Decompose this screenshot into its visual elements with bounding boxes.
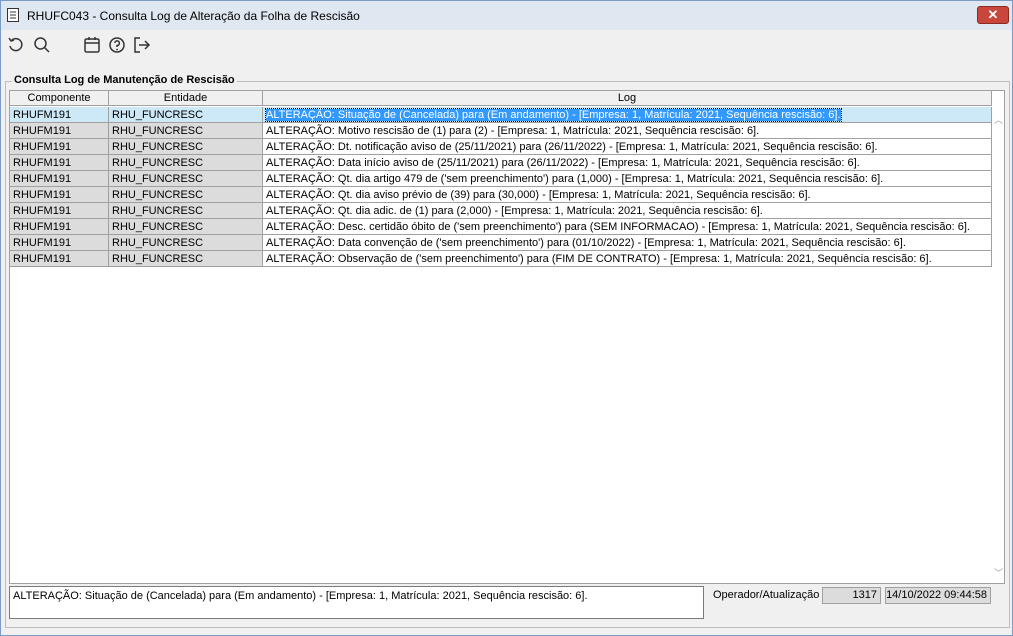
operator-label: Operador/Atualização [713, 589, 820, 601]
cell-entidade[interactable]: RHU_FUNCRESC [109, 155, 263, 171]
cell-text: RHUFM191 [13, 221, 72, 233]
table-row[interactable]: RHUFM191 RHU_FUNCRESC ALTERAÇÃO: Qt. dia a… [10, 187, 992, 203]
cell-text: RHUFM191 [13, 157, 72, 169]
cell-text: ALTERAÇÃO: Observação de ('sem preenchim… [266, 253, 932, 265]
table-row[interactable]: RHUFM191 RHU_FUNCRESC ALTERAÇÃO: Desc. cer… [10, 219, 992, 235]
cell-text: RHU_FUNCRESC [112, 109, 204, 121]
column-header-log[interactable]: Log [263, 91, 992, 106]
cell-entidade[interactable]: RHU_FUNCRESC [109, 187, 263, 203]
cell-componente[interactable]: RHUFM191 [10, 187, 109, 203]
log-detail-field[interactable]: ALTERAÇÃO: Situação de (Cancelada) para … [9, 586, 704, 619]
toolbar [1, 31, 1012, 61]
updated-at-field: 14/10/2022 09:44:58 [885, 587, 991, 604]
cell-text: ALTERAÇÃO: Motivo rescisão de (1) para (… [266, 125, 760, 137]
cell-log[interactable]: ALTERAÇÃO: Qt. dia adic. de (1) para (2,… [263, 203, 992, 219]
cell-log[interactable]: ALTERAÇÃO: Desc. certidão óbito de ('sem… [263, 219, 992, 235]
table-row[interactable]: RHUFM191 RHU_FUNCRESC ALTERAÇÃO: Qt. dia a… [10, 203, 992, 219]
cell-text: ALTERAÇÃO: Qt. dia aviso prévio de (39) … [266, 189, 811, 201]
cell-text: RHU_FUNCRESC [112, 173, 204, 185]
table-row[interactable]: RHUFM191 RHU_FUNCRESC ALTERAÇÃO: Data conv… [10, 235, 992, 251]
cell-text: ALTERAÇÃO: Qt. dia artigo 479 de ('sem p… [266, 173, 884, 185]
table-row[interactable]: RHUFM191 RHU_FUNCRESC ALTERAÇÃO: Qt. dia a… [10, 171, 992, 187]
close-button[interactable]: ✕ [977, 6, 1009, 24]
cell-entidade[interactable]: RHU_FUNCRESC [109, 251, 263, 267]
cell-text: RHU_FUNCRESC [112, 205, 204, 217]
scroll-down-icon[interactable]: ﹀ [994, 566, 1003, 579]
cell-log[interactable]: ALTERAÇÃO: Observação de ('sem preenchim… [263, 251, 992, 267]
log-table[interactable]: Componente Entidade Log RHUFM191 RHU_FUNC… [9, 90, 1005, 584]
cell-log[interactable]: ALTERAÇÃO: Data início aviso de (25/11/2… [263, 155, 992, 171]
cell-componente[interactable]: RHUFM191 [10, 155, 109, 171]
cell-text: RHU_FUNCRESC [112, 189, 204, 201]
cell-log[interactable]: ALTERAÇÃO: Motivo rescisão de (1) para (… [263, 123, 992, 139]
cell-entidade[interactable]: RHU_FUNCRESC [109, 235, 263, 251]
cell-text: RHU_FUNCRESC [112, 157, 204, 169]
table-row[interactable]: RHUFM191 RHU_FUNCRESC ALTERAÇÃO: Situação … [10, 107, 992, 123]
cell-componente[interactable]: RHUFM191 [10, 219, 109, 235]
cell-text: RHUFM191 [13, 141, 72, 153]
cell-log[interactable]: ALTERAÇÃO: Qt. dia aviso prévio de (39) … [263, 187, 992, 203]
cell-text: ALTERAÇÃO: Desc. certidão óbito de ('sem… [266, 221, 970, 233]
cell-text: ALTERAÇÃO: Data início aviso de (25/11/2… [266, 157, 860, 169]
cell-text: RHUFM191 [13, 237, 72, 249]
table-row[interactable]: RHUFM191 RHU_FUNCRESC ALTERAÇÃO: Motivo re… [10, 123, 992, 139]
cell-text: RHUFM191 [13, 125, 72, 137]
cell-text: ALTERAÇÃO: Data convenção de ('sem preen… [266, 237, 906, 249]
scroll-up-icon[interactable]: ︿ [994, 113, 1003, 126]
cell-entidade[interactable]: RHU_FUNCRESC [109, 107, 263, 123]
exit-icon[interactable] [132, 35, 152, 55]
cell-text: ALTERAÇÃO: Qt. dia adic. de (1) para (2,… [266, 205, 763, 217]
cell-entidade[interactable]: RHU_FUNCRESC [109, 139, 263, 155]
cell-entidade[interactable]: RHU_FUNCRESC [109, 203, 263, 219]
cell-text: RHU_FUNCRESC [112, 253, 204, 265]
cell-text: RHU_FUNCRESC [112, 221, 204, 233]
column-header-componente[interactable]: Componente [10, 91, 109, 106]
cell-text: RHUFM191 [13, 253, 72, 265]
table-row[interactable]: RHUFM191 RHU_FUNCRESC ALTERAÇÃO: Dt. notif… [10, 139, 992, 155]
cell-entidade[interactable]: RHU_FUNCRESC [109, 123, 263, 139]
cell-text: RHU_FUNCRESC [112, 141, 204, 153]
table-row[interactable]: RHUFM191 RHU_FUNCRESC ALTERAÇÃO: Data iníc… [10, 155, 992, 171]
cell-text: RHU_FUNCRESC [112, 125, 204, 137]
main-window: RHUFC043 - Consulta Log de Alteração da … [0, 0, 1013, 636]
cell-entidade[interactable]: RHU_FUNCRESC [109, 219, 263, 235]
cell-componente[interactable]: RHUFM191 [10, 203, 109, 219]
search-icon[interactable] [32, 35, 52, 55]
cell-componente[interactable]: RHUFM191 [10, 235, 109, 251]
vertical-scrollbar[interactable]: ︿ ﹀ [992, 107, 1004, 583]
cell-text: RHU_FUNCRESC [112, 237, 204, 249]
help-icon[interactable] [107, 35, 127, 55]
cell-text: RHUFM191 [13, 189, 72, 201]
cell-log[interactable]: ALTERAÇÃO: Data convenção de ('sem preen… [263, 235, 992, 251]
cell-componente[interactable]: RHUFM191 [10, 171, 109, 187]
cell-componente[interactable]: RHUFM191 [10, 107, 109, 123]
calendar-icon[interactable] [82, 35, 102, 55]
cell-componente[interactable]: RHUFM191 [10, 139, 109, 155]
cell-text: RHUFM191 [13, 205, 72, 217]
refresh-icon[interactable] [6, 35, 26, 55]
table-row[interactable]: RHUFM191 RHU_FUNCRESC ALTERAÇÃO: Observaçã… [10, 251, 992, 267]
cell-text: RHUFM191 [13, 173, 72, 185]
operator-field: 1317 [822, 587, 881, 604]
window-title: RHUFC043 - Consulta Log de Alteração da … [27, 9, 360, 23]
cell-componente[interactable]: RHUFM191 [10, 251, 109, 267]
title-bar[interactable]: RHUFC043 - Consulta Log de Alteração da … [1, 1, 1012, 30]
document-icon [7, 8, 19, 22]
cell-log[interactable]: ALTERAÇÃO: Dt. notificação aviso de (25/… [263, 139, 992, 155]
column-header-entidade[interactable]: Entidade [109, 91, 263, 106]
cell-text: ALTERAÇÃO: Dt. notificação aviso de (25/… [266, 141, 878, 153]
cell-componente[interactable]: RHUFM191 [10, 123, 109, 139]
group-title: Consulta Log de Manutenção de Rescisão [12, 74, 237, 86]
cell-text: RHUFM191 [13, 109, 72, 121]
cell-text: ALTERAÇÃO: Situação de (Cancelada) para … [265, 108, 842, 122]
cell-entidade[interactable]: RHU_FUNCRESC [109, 171, 263, 187]
cell-log[interactable]: ALTERAÇÃO: Qt. dia artigo 479 de ('sem p… [263, 171, 992, 187]
cell-log[interactable]: ALTERAÇÃO: Situação de (Cancelada) para … [263, 107, 992, 123]
